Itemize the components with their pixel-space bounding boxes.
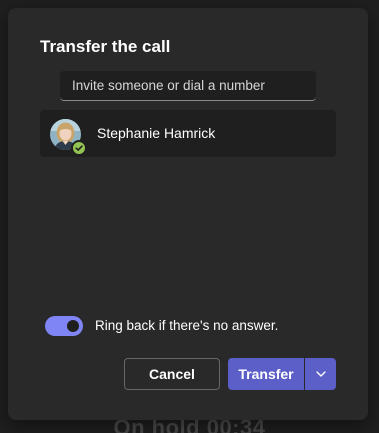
transfer-options-button[interactable] — [305, 358, 336, 390]
ring-back-label: Ring back if there's no answer. — [95, 318, 279, 333]
contact-suggestion-item[interactable]: Stephanie Hamrick — [40, 110, 336, 157]
toggle-knob — [67, 320, 79, 332]
cancel-button[interactable]: Cancel — [124, 358, 220, 390]
invite-search-input[interactable] — [60, 71, 316, 101]
call-screen: On hold 00:34 Transfer the call Invite s… — [0, 0, 379, 433]
chevron-down-icon — [315, 368, 327, 380]
dialog-title: Transfer the call — [40, 37, 171, 56]
transfer-call-dialog: Transfer the call Stephanie Ha — [8, 8, 368, 420]
ring-back-toggle[interactable] — [45, 316, 83, 336]
presence-available-icon — [71, 140, 87, 156]
contact-name: Stephanie Hamrick — [97, 125, 216, 141]
transfer-button[interactable]: Transfer — [228, 358, 304, 390]
